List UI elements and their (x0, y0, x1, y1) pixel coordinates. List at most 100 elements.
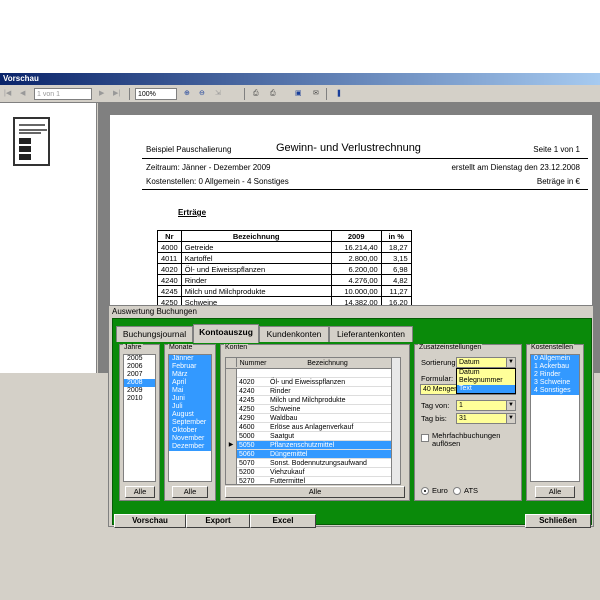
formular-value: 40 Mengen (423, 386, 459, 393)
dropdown-option[interactable]: Datum (457, 369, 515, 377)
tag-bis-select[interactable]: 31 ▼ (456, 413, 516, 424)
list-item[interactable]: 2005 (124, 355, 155, 363)
chevron-down-icon[interactable]: ▼ (506, 358, 515, 367)
table-row: 4020 Öl- und Eiweisspflanzen 6.200,00 6,98 (157, 263, 412, 275)
table-row[interactable]: ▶ 5050 Pflanzenschutzmittel (226, 441, 400, 450)
list-item[interactable]: März (169, 371, 211, 379)
konten-alle-button[interactable]: Alle (225, 486, 405, 498)
prev-page-icon[interactable]: ◀ (20, 88, 25, 100)
save-icon[interactable]: ▣ (295, 88, 302, 100)
table-row[interactable]: 4020 Öl- und Eiweisspflanzen (226, 378, 400, 387)
list-item[interactable]: 2 Rinder (531, 371, 579, 379)
table-row[interactable]: 4240 Rinder (226, 387, 400, 396)
list-item[interactable]: November (169, 435, 211, 443)
table-row[interactable]: 5070 Sonst. Bodennutzungsaufwand (226, 459, 400, 468)
excel-button[interactable]: Excel (250, 514, 316, 528)
konten-grid[interactable]: Nummer Bezeichnung 4020 Öl- und Eiweisspf… (225, 357, 401, 485)
table-cell: 4,82 (380, 274, 412, 286)
list-item[interactable]: Juli (169, 403, 211, 411)
vorschau-button[interactable]: Vorschau (114, 514, 186, 528)
list-item[interactable]: August (169, 411, 211, 419)
page-info: Seite 1 von 1 (533, 145, 580, 154)
export-button[interactable]: Export (186, 514, 250, 528)
table-row[interactable]: 4245 Milch und Milchprodukte (226, 396, 400, 405)
monate-label: Monate (168, 344, 194, 352)
report-title: Gewinn- und Verlustrechnung (276, 142, 421, 154)
list-item[interactable]: April (169, 379, 211, 387)
sortierung-select[interactable]: Datum ▼ (456, 357, 516, 368)
print-icon[interactable]: ⎙ (253, 88, 259, 100)
email-icon[interactable]: ✉ (313, 88, 319, 100)
table-row[interactable]: 5060 Düngemittel (226, 450, 400, 459)
list-item[interactable]: 2006 (124, 363, 155, 371)
table-row[interactable]: 4290 Waldbau (226, 414, 400, 423)
table-row[interactable]: 4600 Erlöse aus Anlagenverkauf (226, 423, 400, 432)
list-item[interactable]: September (169, 419, 211, 427)
konten-scrollbar[interactable] (391, 358, 400, 484)
list-item[interactable]: Dezember (169, 443, 211, 451)
konto-bezeichnung: Sonst. Bodennutzungsaufwand (270, 460, 367, 467)
table-row[interactable] (226, 369, 400, 378)
list-item[interactable]: Oktober (169, 427, 211, 435)
table-row[interactable]: 4250 Schweine (226, 405, 400, 414)
list-item[interactable]: 4 Sonstiges (531, 387, 579, 395)
list-item[interactable]: 2008 (124, 379, 155, 387)
list-item[interactable]: 1 Ackerbau (531, 363, 579, 371)
kostenstellen-list[interactable]: 0 Allgemein 1 Ackerbau 2 Rinder 3 Schweine 4… (530, 354, 580, 482)
table-row[interactable]: 5000 Saatgut (226, 432, 400, 441)
window-title: Vorschau (0, 73, 600, 85)
table-row[interactable]: 5270 Futtermittel (226, 477, 400, 484)
dropdown-option[interactable]: Text (457, 385, 515, 393)
konto-nummer: 5000 (239, 433, 255, 440)
last-page-icon[interactable]: ▶| (113, 88, 120, 100)
tab-buchungsjournal[interactable]: Buchungsjournal (116, 326, 193, 342)
konto-nummer: 5070 (239, 460, 255, 467)
table-row[interactable]: 5200 Viehzukauf (226, 468, 400, 477)
col-bezeichnung[interactable]: Bezeichnung (270, 358, 385, 369)
tag-von-select[interactable]: 1 ▼ (456, 400, 516, 411)
monate-alle-button[interactable]: Alle (172, 486, 208, 498)
next-page-icon[interactable]: ▶ (99, 88, 104, 100)
zoom-in-icon[interactable]: ⊕ (184, 88, 190, 100)
report-period: Zeitraum: Jänner - Dezember 2009 (146, 163, 271, 172)
first-page-icon[interactable]: |◀ (4, 88, 11, 100)
list-item[interactable]: Juni (169, 395, 211, 403)
tab-kontoauszug[interactable]: Kontoauszug (193, 324, 259, 343)
list-item[interactable]: 2009 (124, 387, 155, 395)
monate-list[interactable]: Jänner Februar März April Mai Juni Juli August S… (168, 354, 212, 482)
zoom-out-icon[interactable]: ⊖ (199, 88, 205, 100)
jahre-list[interactable]: 2005 2006 2007 2008 2009 2010 (123, 354, 156, 482)
jahre-alle-button[interactable]: Alle (125, 486, 155, 498)
sortierung-dropdown[interactable]: Datum Belegnummer Text (456, 368, 516, 394)
table-cell: 2.800,00 (330, 252, 382, 264)
page-thumbnail[interactable] (13, 117, 50, 166)
toolbar-separator (244, 88, 245, 100)
schliessen-button[interactable]: Schließen (525, 514, 591, 528)
toolbar-separator (326, 88, 327, 100)
list-item[interactable]: Jänner (169, 355, 211, 363)
list-item[interactable]: 3 Schweine (531, 379, 579, 387)
row-selector (226, 477, 237, 484)
kostenstellen-alle-button[interactable]: Alle (535, 486, 575, 498)
chevron-down-icon[interactable]: ▼ (506, 401, 515, 410)
list-item[interactable]: Mai (169, 387, 211, 395)
list-item[interactable]: 2010 (124, 395, 155, 403)
col-nummer[interactable]: Nummer (239, 358, 267, 369)
euro-radio[interactable] (421, 487, 429, 495)
print-setup-icon[interactable]: ⎙ (270, 88, 276, 100)
dialog-title: Auswertung Buchungen (109, 306, 593, 317)
dropdown-option[interactable]: Belegnummer (457, 377, 515, 385)
chevron-down-icon[interactable]: ▼ (506, 414, 515, 423)
list-item[interactable]: 0 Allgemein (531, 355, 579, 363)
list-item[interactable]: 2007 (124, 371, 155, 379)
mehrfach-checkbox[interactable] (421, 434, 429, 442)
book-icon[interactable]: ❚ (336, 88, 342, 100)
zoom-select[interactable]: 100% (135, 88, 177, 100)
tab-kundenkonten[interactable]: Kundenkonten (259, 326, 329, 342)
table-cell: 4.276,00 (330, 274, 382, 286)
ats-radio[interactable] (453, 487, 461, 495)
fit-icon[interactable]: ⇲ (215, 88, 221, 100)
page-field[interactable]: 1 von 1 (34, 88, 92, 100)
tab-lieferantenkonten[interactable]: Lieferantenkonten (329, 326, 413, 342)
list-item[interactable]: Februar (169, 363, 211, 371)
